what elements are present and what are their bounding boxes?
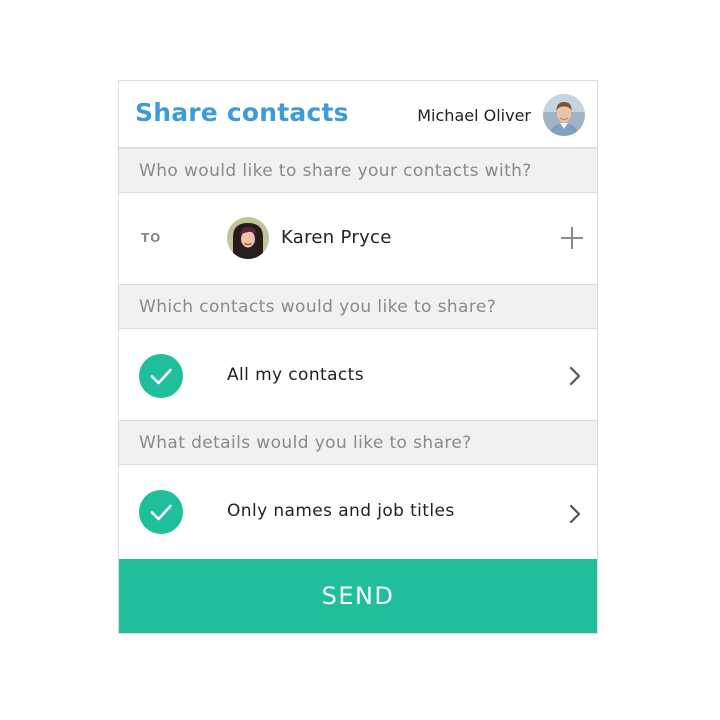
recipient-row: TO Karen Pryce — [119, 193, 597, 285]
recipient-avatar — [227, 217, 269, 259]
plus-icon — [561, 227, 583, 249]
add-recipient-button[interactable] — [559, 225, 585, 251]
details-option-label: Only names and job titles — [227, 501, 455, 521]
chevron-right-icon — [567, 365, 583, 387]
details-option-row[interactable]: Only names and job titles — [119, 465, 597, 559]
card-header: Share contacts Michael Oliver — [119, 81, 597, 149]
details-section-header: What details would you like to share? — [119, 421, 597, 465]
contacts-section-header: Which contacts would you like to share? — [119, 285, 597, 329]
send-button[interactable]: SEND — [119, 559, 597, 633]
recipient-section-header: Who would like to share your contacts wi… — [119, 149, 597, 193]
current-user-name: Michael Oliver — [417, 106, 531, 125]
current-user-avatar[interactable] — [543, 94, 585, 136]
recipient-prompt: Who would like to share your contacts wi… — [139, 161, 532, 181]
chevron-right-icon — [567, 503, 583, 525]
recipient-name: Karen Pryce — [281, 227, 392, 248]
details-prompt: What details would you like to share? — [139, 433, 472, 453]
contacts-option-row[interactable]: All my contacts — [119, 329, 597, 421]
check-icon — [139, 490, 183, 534]
check-icon — [139, 354, 183, 398]
share-contacts-card: Share contacts Michael Oliver Who would … — [118, 80, 598, 634]
to-label: TO — [141, 231, 162, 245]
page-title: Share contacts — [135, 98, 349, 127]
contacts-prompt: Which contacts would you like to share? — [139, 297, 497, 317]
contacts-option-label: All my contacts — [227, 365, 364, 385]
